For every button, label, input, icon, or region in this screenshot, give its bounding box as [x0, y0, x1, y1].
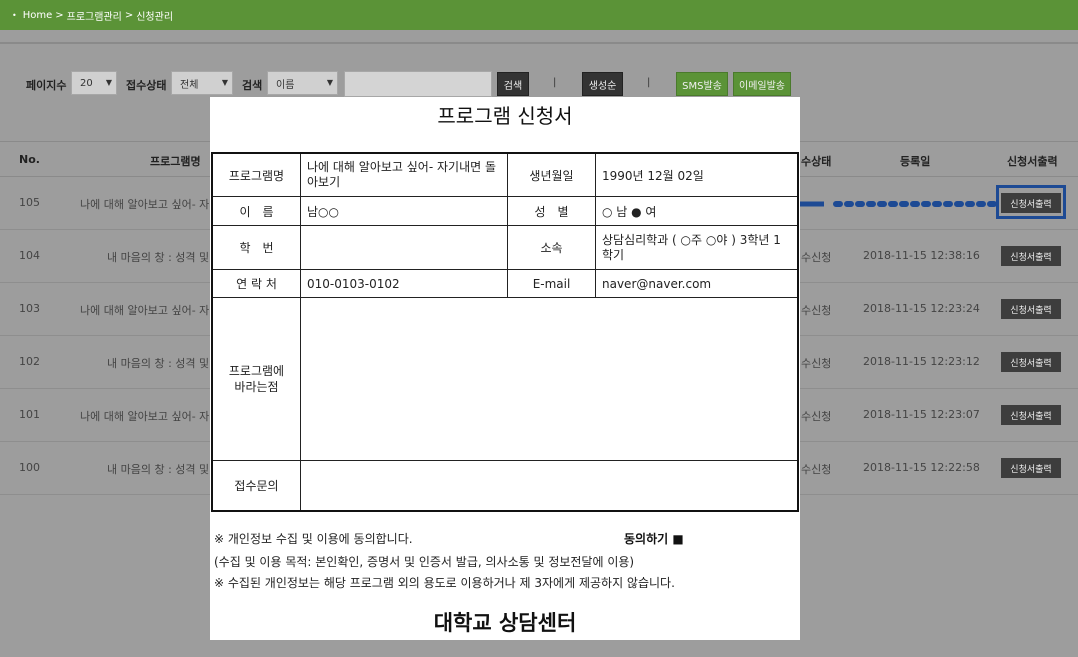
row-program[interactable]: 나에 대해 알아보고 싶어- 자기 — [80, 196, 210, 212]
phone-value: 010-0103-0102 — [301, 270, 508, 298]
program-label: 프로그램명 — [213, 154, 301, 197]
row-program[interactable]: 나에 대해 알아보고 싶어- 자기 — [80, 302, 210, 318]
column-no: No. — [19, 153, 40, 166]
column-status: 수상태 — [801, 155, 832, 168]
search-label: 검색 — [242, 79, 263, 92]
breadcrumb-separator: > — [124, 9, 134, 21]
birth-value: 1990년 12월 02일 — [596, 154, 797, 197]
search-field-select[interactable]: 이름 ▼ — [267, 71, 338, 95]
print-application-button[interactable]: 신청서출력 — [1001, 299, 1061, 319]
inquiry-value — [301, 461, 797, 510]
search-button[interactable]: 검색 — [497, 72, 529, 96]
search-field-value: 이름 — [276, 79, 295, 91]
chevron-down-icon: ▼ — [221, 78, 228, 87]
consent-purpose: (수집 및 이용 목적: 본인확인, 증명서 및 인증서 발급, 의사소통 및 … — [214, 555, 635, 569]
row-date: 2018-11-15 12:23:24 — [863, 302, 980, 315]
search-input[interactable] — [344, 71, 492, 97]
consent-notice: ※ 개인정보 수집 및 이용에 동의합니다. — [214, 532, 413, 546]
row-no: 100 — [19, 461, 40, 474]
breadcrumb-separator: > — [55, 9, 64, 21]
status-select[interactable]: 전체 ▼ — [171, 71, 233, 95]
email-label: E-mail — [508, 270, 596, 298]
page-size-select[interactable]: 20 ▼ — [71, 71, 117, 95]
department-label: 소속 — [508, 226, 596, 270]
column-print: 신청서출력 — [1007, 155, 1058, 168]
breadcrumb-home[interactable]: Home — [23, 10, 53, 21]
highlight-box — [996, 185, 1066, 219]
form-title: 프로그램 신청서 — [437, 104, 573, 128]
name-value: 남○○ — [301, 197, 508, 226]
column-program: 프로그램명 — [150, 155, 201, 168]
phone-label: 연 락 처 — [213, 270, 301, 298]
gender-label: 성 별 — [508, 197, 596, 226]
chevron-down-icon: ▼ — [105, 78, 112, 87]
divider: | — [553, 77, 557, 88]
row-status: 수신청 — [801, 304, 832, 317]
name-label: 이 름 — [213, 197, 301, 226]
department-value: 상담심리학과 ( ○주 ○야 ) 3학년 1학기 — [596, 226, 797, 270]
row-date: 2018-11-15 12:23:07 — [863, 408, 980, 421]
status-label: 접수상태 — [126, 79, 167, 92]
wishes-label: 프로그램에 바라는점 — [213, 298, 301, 461]
sms-send-button[interactable]: SMS발송 — [676, 72, 728, 96]
breadcrumb-program-admin[interactable]: 프로그램관리 — [67, 8, 122, 23]
consent-disclaimer: ※ 수집된 개인정보는 해당 프로그램 외의 용도로 이용하거나 제 3자에게 … — [214, 576, 675, 590]
row-program[interactable]: 나에 대해 알아보고 싶어- 자기 — [80, 408, 210, 424]
page-size-label: 페이지수 — [26, 79, 67, 92]
form-table: 프로그램명 나에 대해 알아보고 싶어- 자기내면 돌아보기 생년월일 1990… — [211, 152, 799, 512]
bullet-icon: • — [12, 10, 17, 20]
row-date: 2018-11-15 12:22:58 — [863, 461, 980, 474]
email-send-button[interactable]: 이메일발송 — [733, 72, 791, 96]
row-date: 2018-11-15 12:38:16 — [863, 249, 980, 262]
print-application-button[interactable]: 신청서출력 — [1001, 352, 1061, 372]
column-date: 등록일 — [900, 155, 931, 168]
print-application-button[interactable]: 신청서출력 — [1001, 405, 1061, 425]
row-status: 수신청 — [801, 357, 832, 370]
form-footer: 대학교 상담센터 — [433, 611, 577, 635]
student-id-value — [301, 226, 508, 270]
birth-label: 생년월일 — [508, 154, 596, 197]
application-form-preview: 프로그램 신청서 프로그램명 나에 대해 알아보고 싶어- 자기내면 돌아보기 … — [210, 97, 800, 640]
print-application-button[interactable]: 신청서출력 — [1001, 458, 1061, 478]
row-no: 101 — [19, 408, 40, 421]
wishes-value — [301, 298, 797, 461]
row-no: 105 — [19, 196, 40, 209]
page-size-value: 20 — [80, 77, 93, 89]
status-value: 전체 — [180, 79, 199, 91]
row-status: 수신청 — [801, 251, 832, 264]
row-program[interactable]: 내 마음의 창 : 성격 및 디 — [107, 355, 210, 371]
gender-value: ○ 남 ● 여 — [596, 197, 797, 226]
row-date: 2018-11-15 12:23:12 — [863, 355, 980, 368]
print-application-button[interactable]: 신청서출력 — [1001, 246, 1061, 266]
chevron-down-icon: ▼ — [326, 78, 333, 87]
inquiry-label: 접수문의 — [213, 461, 301, 510]
email-value: naver@naver.com — [596, 270, 797, 298]
breadcrumb: • Home > 프로그램관리 > 신청관리 — [0, 0, 1078, 30]
consent-checkbox[interactable]: 동의하기 ■ — [624, 530, 684, 547]
row-status: 수신청 — [801, 410, 832, 423]
divider: | — [647, 77, 651, 88]
sort-created-button[interactable]: 생성순 — [582, 72, 623, 96]
row-no: 104 — [19, 249, 40, 262]
breadcrumb-application-admin[interactable]: 신청관리 — [136, 8, 173, 23]
row-program[interactable]: 내 마음의 창 : 성격 및 디 — [107, 249, 210, 265]
row-no: 102 — [19, 355, 40, 368]
student-id-label: 학 번 — [213, 226, 301, 270]
row-status: 수신청 — [801, 463, 832, 476]
row-no: 103 — [19, 302, 40, 315]
program-value: 나에 대해 알아보고 싶어- 자기내면 돌아보기 — [301, 154, 508, 197]
row-program[interactable]: 내 마음의 창 : 성격 및 디 — [107, 461, 210, 477]
